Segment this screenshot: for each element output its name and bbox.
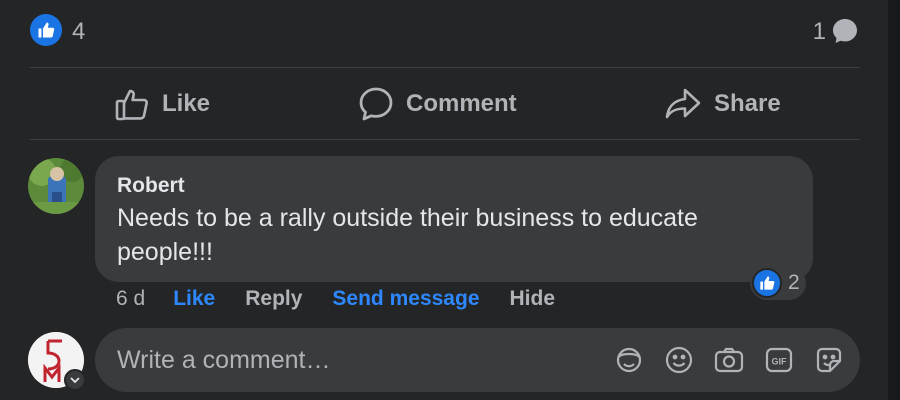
divider [30, 139, 860, 140]
camera-icon[interactable] [713, 344, 745, 376]
chevron-down-icon[interactable] [64, 369, 86, 391]
divider [30, 67, 860, 68]
comment-bubble: Robert Needs to be a rally outside their… [95, 156, 813, 282]
svg-text:GIF: GIF [772, 357, 788, 367]
comment-text: Needs to be a rally outside their busine… [117, 204, 698, 266]
thumbs-up-icon [115, 89, 148, 121]
comment-author[interactable]: Robert [117, 174, 185, 198]
comment-count[interactable]: 1 [813, 18, 826, 46]
comment-input[interactable] [95, 328, 617, 392]
commenter-avatar[interactable] [28, 158, 84, 214]
share-label: Share [714, 90, 781, 117]
comment-timestamp[interactable]: 6 d [116, 287, 145, 311]
comment-icon [359, 87, 393, 121]
scrollbar-track[interactable] [888, 0, 900, 400]
like-reaction-icon[interactable] [30, 14, 62, 46]
like-button[interactable]: Like [114, 72, 210, 136]
post-stats: 4 1 [30, 14, 858, 48]
like-reaction-icon [752, 268, 782, 298]
comment-button[interactable]: Comment [358, 72, 517, 136]
like-label: Like [162, 90, 211, 117]
comment-actions: 6 d Like Reply Send message Hide [116, 286, 585, 312]
hide-link[interactable]: Hide [510, 287, 556, 311]
comment-reactions[interactable]: 2 [750, 266, 806, 300]
comment-reaction-count: 2 [788, 271, 800, 294]
sticker-icon[interactable] [813, 344, 845, 376]
comment-like-link[interactable]: Like [173, 287, 215, 311]
comment-reply-link[interactable]: Reply [245, 287, 302, 311]
reaction-count[interactable]: 4 [72, 18, 85, 46]
send-message-link[interactable]: Send message [332, 287, 479, 311]
emoji-icon[interactable] [663, 344, 695, 376]
gif-icon[interactable]: GIF [763, 344, 795, 376]
share-icon [665, 88, 701, 119]
comment-label: Comment [406, 90, 517, 117]
share-button[interactable]: Share [664, 72, 781, 136]
avatar-sticker-icon[interactable] [613, 344, 645, 376]
comment-composer: GIF [95, 328, 860, 392]
post-action-bar: Like Comment Share [30, 72, 860, 136]
comment-bubble-icon[interactable] [832, 18, 858, 44]
